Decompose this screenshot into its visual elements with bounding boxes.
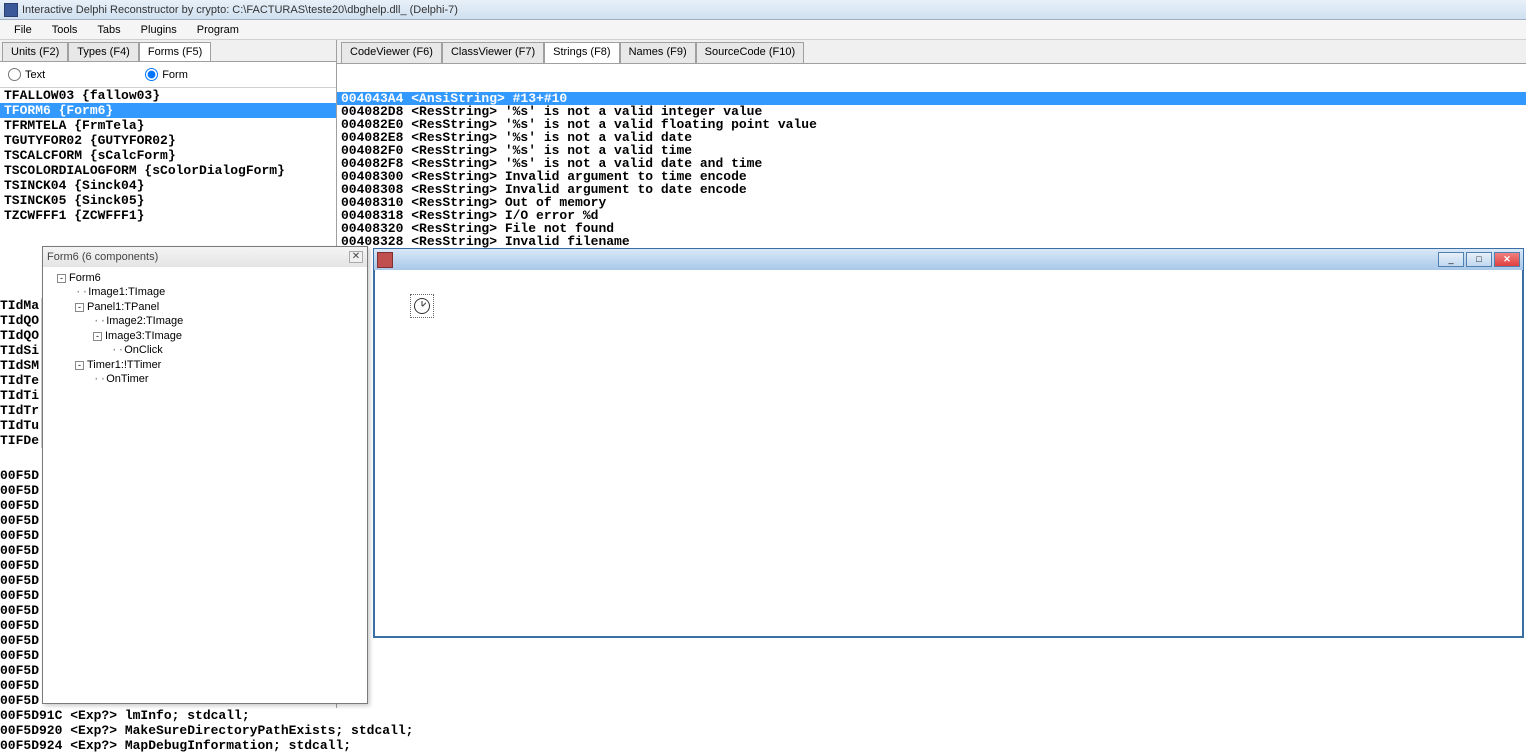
type-stub-row: TIdSi: [0, 343, 41, 358]
tab-sourcecode[interactable]: SourceCode (F10): [696, 42, 805, 63]
tree-node[interactable]: ·· Image1:TImage: [47, 285, 363, 300]
form-row[interactable]: TSINCK05 {Sinck05}: [0, 193, 336, 208]
tab-units[interactable]: Units (F2): [2, 42, 68, 61]
addr-stub-row: 00F5D: [0, 693, 42, 708]
tree-node-label: Image2:TImage: [106, 315, 183, 327]
addr-stub-row: 00F5D: [0, 648, 42, 663]
type-stub-row: TIFDe: [0, 433, 41, 448]
tree-expand-icon[interactable]: -: [75, 361, 84, 370]
form-row[interactable]: TSCOLORDIALOGFORM {sColorDialogForm}: [0, 163, 336, 178]
minimize-button[interactable]: _: [1438, 252, 1464, 267]
addr-stub-row: 00F5D: [0, 483, 42, 498]
code-row: 00F5D920 <Exp?> MakeSureDirectoryPathExi…: [0, 723, 1526, 738]
form-row[interactable]: TSINCK04 {Sinck04}: [0, 178, 336, 193]
tree-node-label: OnClick: [124, 344, 163, 356]
tree-title-text: Form6 (6 components): [47, 251, 158, 263]
tree-node-label: OnTimer: [106, 373, 148, 385]
addr-stub-row: 00F5D: [0, 618, 42, 633]
tab-names[interactable]: Names (F9): [620, 42, 696, 63]
type-stub-row: TIdQO: [0, 328, 41, 343]
type-stub-row: TIdTe: [0, 373, 41, 388]
window-title: Interactive Delphi Reconstructor by cryp…: [22, 4, 458, 16]
addr-stub-row: 00F5D: [0, 558, 42, 573]
tree-node[interactable]: -Image3:TImage: [47, 329, 363, 343]
tab-forms[interactable]: Forms (F5): [139, 42, 211, 61]
menu-file[interactable]: File: [4, 22, 42, 38]
form-row[interactable]: TZCWFFF1 {ZCWFFF1}: [0, 208, 336, 223]
form-row[interactable]: TFALLOW03 {fallow03}: [0, 88, 336, 103]
type-stub-row: TIdTu: [0, 418, 41, 433]
form-row[interactable]: TSCALCFORM {sCalcForm}: [0, 148, 336, 163]
tree-node-label: Image1:TImage: [88, 286, 165, 298]
addr-stub-row: 00F5D: [0, 603, 42, 618]
tree-node-label: Timer1:!TTimer: [87, 359, 161, 371]
radio-form[interactable]: Form: [145, 68, 188, 81]
type-stub-row: TIdTi: [0, 388, 41, 403]
tree-node[interactable]: -Panel1:TPanel: [47, 300, 363, 314]
left-tabs: Units (F2)Types (F4)Forms (F5): [0, 40, 336, 62]
timer-component-icon[interactable]: [410, 294, 434, 318]
menu-program[interactable]: Program: [187, 22, 249, 38]
code-row: 00F5D924 <Exp?> MapDebugInformation; std…: [0, 738, 1526, 753]
code-row: 00F5D91C <Exp?> lmInfo; stdcall;: [0, 708, 1526, 723]
tab-strings[interactable]: Strings (F8): [544, 42, 619, 63]
tree-close-button[interactable]: ✕: [349, 251, 363, 263]
addr-stub-row: 00F5D: [0, 468, 42, 483]
type-stub-row: TIdSM: [0, 358, 41, 373]
addr-stub-row: 00F5D: [0, 573, 42, 588]
menu-bar: FileToolsTabsPluginsProgram: [0, 20, 1526, 40]
right-tabs: CodeViewer (F6)ClassViewer (F7)Strings (…: [337, 40, 1526, 64]
designer-canvas[interactable]: [375, 270, 1522, 636]
close-button[interactable]: ✕: [1494, 252, 1520, 267]
form-row[interactable]: TGUTYFOR02 {GUTYFOR02}: [0, 133, 336, 148]
maximize-button[interactable]: □: [1466, 252, 1492, 267]
app-icon: [4, 3, 18, 17]
tab-classviewer[interactable]: ClassViewer (F7): [442, 42, 544, 63]
address-stub: 00F5D00F5D00F5D00F5D00F5D00F5D00F5D00F5D…: [0, 468, 42, 708]
tree-node[interactable]: ·· OnClick: [47, 343, 363, 358]
form-row[interactable]: TFRMTELA {FrmTela}: [0, 118, 336, 133]
export-code: 00F5D91C <Exp?> lmInfo; stdcall;00F5D920…: [0, 708, 1526, 753]
type-stub-row: TIdQO: [0, 313, 41, 328]
tree-node-label: Image3:TImage: [105, 330, 182, 342]
tree-node-label: Panel1:TPanel: [87, 301, 159, 313]
tree-node[interactable]: -Form6: [47, 271, 363, 285]
view-mode-radios: Text Form: [0, 62, 336, 88]
component-tree-window[interactable]: Form6 (6 components) ✕ -Form6·· Image1:T…: [42, 246, 368, 704]
string-row[interactable]: 00408328 <ResString> Invalid filename: [337, 235, 1526, 248]
tree-node[interactable]: ·· Image2:TImage: [47, 314, 363, 329]
type-stub-row: TIdMa: [0, 298, 41, 313]
tree-titlebar[interactable]: Form6 (6 components) ✕: [43, 247, 367, 267]
types-list-stub: TIdMaTIdQOTIdQOTIdSiTIdSMTIdTeTIdTiTIdTr…: [0, 298, 42, 448]
addr-stub-row: 00F5D: [0, 513, 42, 528]
form-row[interactable]: TFORM6 {Form6}: [0, 103, 336, 118]
tree-body[interactable]: -Form6·· Image1:TImage-Panel1:TPanel·· I…: [43, 267, 367, 391]
clock-icon: [414, 298, 430, 314]
tab-types[interactable]: Types (F4): [68, 42, 139, 61]
tab-codeviewer[interactable]: CodeViewer (F6): [341, 42, 442, 63]
tree-node-label: Form6: [69, 272, 101, 284]
addr-stub-row: 00F5D: [0, 663, 42, 678]
menu-plugins[interactable]: Plugins: [131, 22, 187, 38]
menu-tools[interactable]: Tools: [42, 22, 88, 38]
tree-node[interactable]: -Timer1:!TTimer: [47, 358, 363, 372]
tree-expand-icon[interactable]: -: [93, 332, 102, 341]
addr-stub-row: 00F5D: [0, 498, 42, 513]
addr-stub-row: 00F5D: [0, 678, 42, 693]
addr-stub-row: 00F5D: [0, 528, 42, 543]
addr-stub-row: 00F5D: [0, 588, 42, 603]
tree-expand-icon[interactable]: -: [75, 303, 84, 312]
type-stub-row: TIdTr: [0, 403, 41, 418]
title-bar: Interactive Delphi Reconstructor by cryp…: [0, 0, 1526, 20]
tree-expand-icon[interactable]: -: [57, 274, 66, 283]
radio-text[interactable]: Text: [8, 68, 45, 81]
tree-node[interactable]: ·· OnTimer: [47, 372, 363, 387]
addr-stub-row: 00F5D: [0, 543, 42, 558]
designer-titlebar[interactable]: _ □ ✕: [373, 248, 1524, 270]
form-icon: [377, 252, 393, 268]
form-designer-window[interactable]: _ □ ✕: [373, 248, 1524, 638]
addr-stub-row: 00F5D: [0, 633, 42, 648]
menu-tabs[interactable]: Tabs: [87, 22, 130, 38]
